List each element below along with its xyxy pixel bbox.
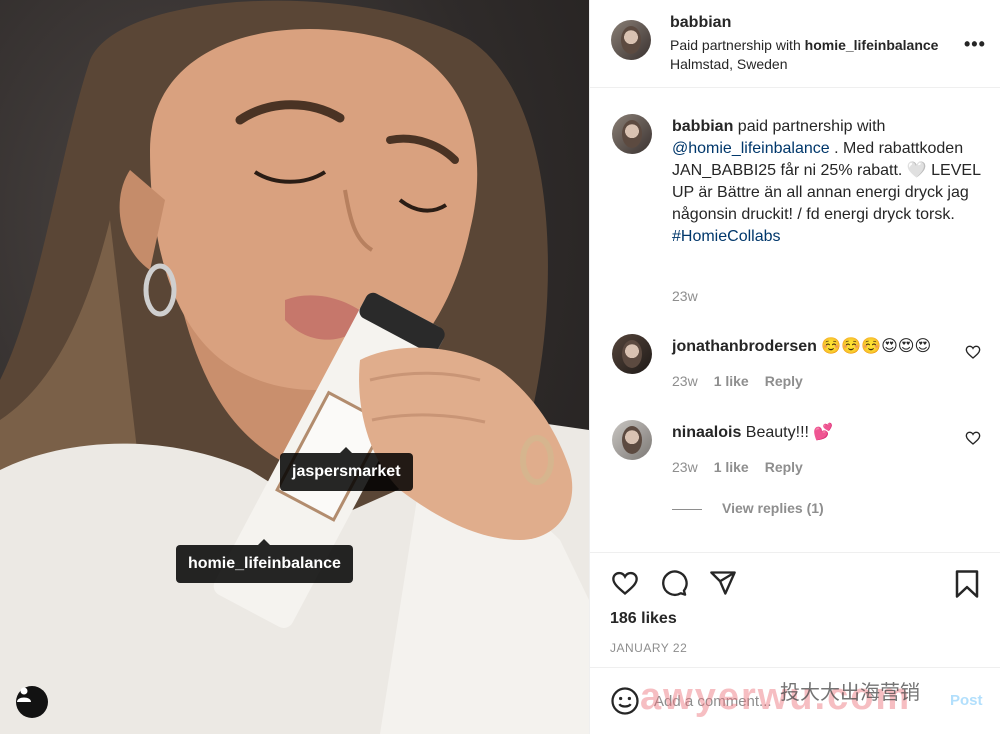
- user-tag-icon: [17, 687, 31, 702]
- comment-like-heart-icon[interactable]: [965, 430, 981, 446]
- comment-meta: 23w 1 like Reply: [672, 459, 819, 475]
- comment-input[interactable]: [654, 688, 934, 714]
- comment-reply-button[interactable]: Reply: [765, 459, 803, 475]
- comment-form: Post: [590, 667, 1000, 734]
- comment-username[interactable]: ninaalois: [672, 424, 741, 441]
- caption-lead: paid partnership with: [733, 118, 886, 135]
- post-location[interactable]: Halmstad, Sweden: [670, 56, 788, 72]
- paid-partnership-line: Paid partnership with homie_lifeinbalanc…: [670, 37, 938, 53]
- comment-text: jonathanbrodersen ☺️☺️☺️😍😍😍: [672, 336, 931, 356]
- author-username[interactable]: babbian: [670, 14, 731, 32]
- caption-mention[interactable]: @homie_lifeinbalance: [672, 140, 830, 157]
- likes-count[interactable]: 186 likes: [610, 610, 677, 628]
- caption-username[interactable]: babbian: [672, 118, 733, 135]
- post-actions: 186 likes JANUARY 22: [590, 552, 1000, 666]
- comment-avatar[interactable]: [612, 420, 652, 460]
- share-icon[interactable]: [708, 569, 738, 597]
- post-header: babbian Paid partnership with homie_life…: [590, 0, 1000, 88]
- comment-content: ☺️☺️☺️😍😍😍: [816, 338, 932, 355]
- caption-timestamp[interactable]: 23w: [672, 288, 698, 304]
- photo-illustration: [0, 0, 589, 734]
- comment-username[interactable]: jonathanbrodersen: [672, 338, 817, 355]
- photo-tag-jaspersmarket[interactable]: jaspersmarket: [280, 447, 413, 491]
- caption-avatar[interactable]: [612, 114, 652, 154]
- heart-icon[interactable]: [610, 569, 640, 597]
- paid-partnership-prefix: Paid partnership with: [670, 37, 805, 53]
- comment-text: ninaalois Beauty!!! 💕: [672, 422, 833, 442]
- comment-reply-button[interactable]: Reply: [765, 373, 803, 389]
- user-tag-button[interactable]: [16, 686, 48, 718]
- photo-tag-homie-lifeinbalance[interactable]: homie_lifeinbalance: [176, 539, 353, 583]
- comment-likes[interactable]: 1 like: [714, 459, 749, 475]
- comment-like-heart-icon[interactable]: [965, 344, 981, 360]
- comment-likes[interactable]: 1 like: [714, 373, 749, 389]
- post-details-panel: babbian Paid partnership with homie_life…: [589, 0, 1000, 734]
- author-avatar[interactable]: [611, 20, 651, 60]
- comment-timestamp[interactable]: 23w: [672, 459, 698, 475]
- comment-timestamp[interactable]: 23w: [672, 373, 698, 389]
- comment-meta: 23w 1 like Reply: [672, 373, 819, 389]
- more-icon[interactable]: •••: [964, 34, 986, 55]
- caption-text: babbian paid partnership with @homie_lif…: [672, 116, 982, 248]
- bookmark-icon[interactable]: [952, 569, 982, 599]
- view-replies-button[interactable]: View replies (1): [672, 500, 824, 516]
- post-photo[interactable]: jaspersmarket homie_lifeinbalance: [0, 0, 589, 734]
- caption-hashtag[interactable]: #HomieCollabs: [672, 228, 781, 245]
- comment-content: Beauty!!! 💕: [741, 424, 834, 441]
- comment-avatar[interactable]: [612, 334, 652, 374]
- comment-icon[interactable]: [659, 569, 689, 597]
- partner-link[interactable]: homie_lifeinbalance: [805, 37, 939, 53]
- emoji-icon[interactable]: [610, 686, 640, 716]
- post-date[interactable]: JANUARY 22: [610, 641, 687, 655]
- post-comment-button[interactable]: Post: [950, 692, 983, 709]
